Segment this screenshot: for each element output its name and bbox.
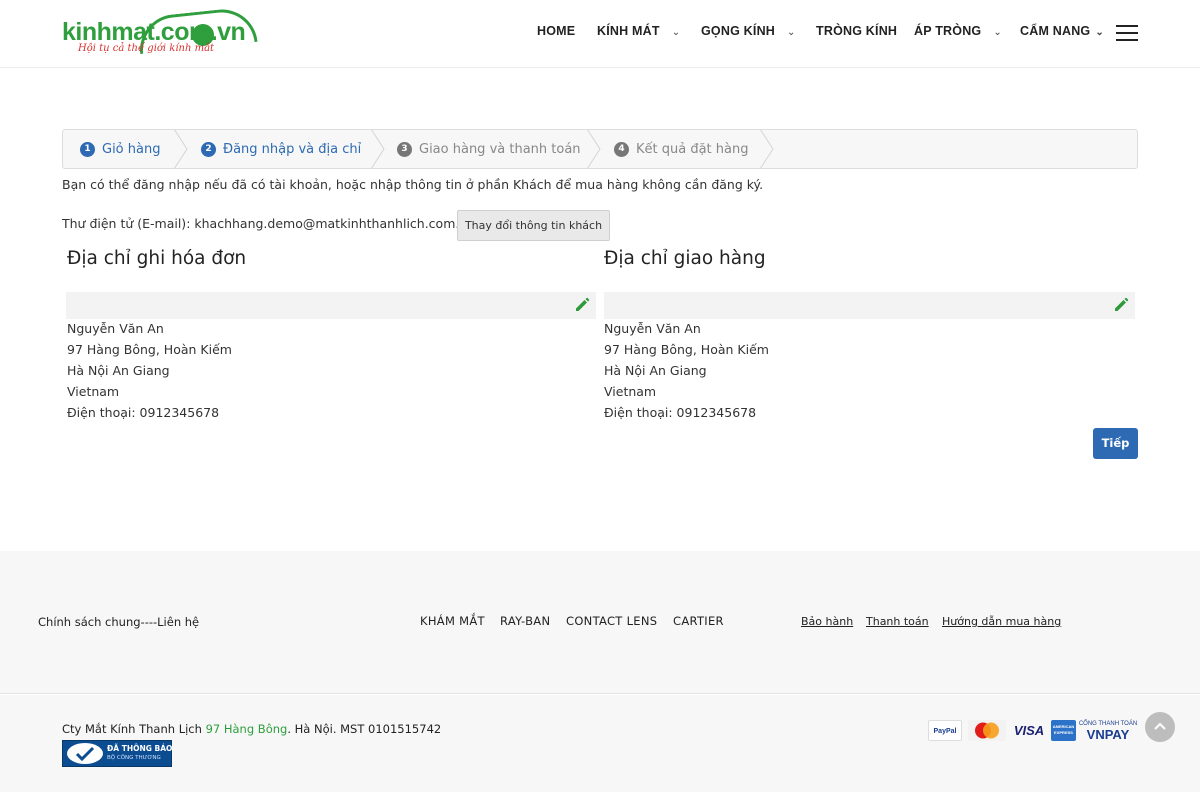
- shipping-phone: Điện thoại: 0912345678: [604, 405, 757, 420]
- nav-ap-trong[interactable]: ÁP TRÒNG ⌄: [914, 24, 1002, 38]
- step-cart[interactable]: 1 Giỏ hàng: [80, 130, 160, 168]
- site-header: kinhmat.com.vn Hội tụ cả thế giới kính m…: [0, 0, 1200, 68]
- nav-kinh-mat[interactable]: KÍNH MÁT ⌄: [597, 24, 680, 38]
- nav-cam-nang[interactable]: CẨM NANG ⌄: [1020, 24, 1104, 38]
- nav-trong-kinh[interactable]: TRÒNG KÍNH: [816, 24, 897, 38]
- step-separator: [174, 130, 188, 168]
- chevron-up-icon: [1154, 722, 1166, 730]
- moit-registered-badge[interactable]: ĐÃ THÔNG BÁO BỘ CÔNG THƯƠNG: [62, 740, 172, 767]
- paypal-logo: PayPal: [928, 720, 962, 741]
- shipping-city: Hà Nội An Giang: [604, 363, 707, 378]
- pencil-icon[interactable]: [574, 297, 590, 313]
- shipping-street: 97 Hàng Bông, Hoàn Kiếm: [604, 342, 769, 357]
- login-intro-text: Bạn có thể đăng nhập nếu đã có tài khoản…: [62, 177, 764, 192]
- logo-tagline: Hội tụ cả thế giới kính mắt: [78, 43, 215, 54]
- step-shipping-payment: 3 Giao hàng và thanh toán: [397, 130, 581, 168]
- shipping-name: Nguyễn Văn An: [604, 321, 701, 336]
- footer-links-area: Chính sách chung----Liên hệ KHÁM MẮT RAY…: [0, 551, 1200, 694]
- chevron-down-icon: ⌄: [671, 27, 681, 38]
- company-info: Cty Mắt Kính Thanh Lịch 97 Hàng Bông. Hà…: [62, 722, 442, 736]
- mastercard-logo: [968, 720, 1006, 741]
- footer-link-buying-guide[interactable]: Hướng dẫn mua hàng: [942, 615, 1061, 628]
- shipping-country: Vietnam: [604, 384, 657, 399]
- nav-gong-kinh[interactable]: GỌNG KÍNH ⌄: [701, 24, 796, 38]
- next-button[interactable]: Tiếp: [1093, 428, 1138, 459]
- pencil-icon[interactable]: [1113, 297, 1129, 313]
- step-order-result: 4 Kết quả đặt hàng: [614, 130, 749, 168]
- step-login-address[interactable]: 2 Đăng nhập và địa chỉ: [201, 130, 361, 168]
- footer-brand-cartier[interactable]: CARTIER: [673, 614, 724, 628]
- billing-address-title: Địa chỉ ghi hóa đơn: [67, 248, 247, 269]
- billing-city: Hà Nội An Giang: [67, 363, 170, 378]
- chevron-down-icon: ⌄: [787, 27, 796, 38]
- checkout-steps: 1 Giỏ hàng 2 Đăng nhập và địa chỉ 3 Giao hà…: [62, 129, 1138, 169]
- billing-address-toolbar: [66, 292, 596, 319]
- company-address-link[interactable]: 97 Hàng Bông: [206, 722, 288, 736]
- step-separator: [371, 130, 385, 168]
- billing-street: 97 Hàng Bông, Hoàn Kiếm: [67, 342, 232, 357]
- customer-email: Thư điện tử (E-mail): khachhang.demo@mat…: [62, 216, 475, 231]
- billing-name: Nguyễn Văn An: [67, 321, 164, 336]
- scroll-to-top-button[interactable]: [1145, 712, 1175, 742]
- chevron-down-icon: ⌄: [993, 27, 1002, 38]
- check-icon: [67, 743, 103, 764]
- visa-logo: VISA: [1013, 723, 1045, 738]
- shipping-address-toolbar: [604, 292, 1135, 319]
- footer-link-payment[interactable]: Thanh toán: [866, 615, 929, 628]
- shipping-address-title: Địa chỉ giao hàng: [604, 248, 766, 269]
- chevron-down-icon: ⌄: [1095, 27, 1104, 38]
- billing-phone: Điện thoại: 0912345678: [67, 405, 220, 420]
- nav-home[interactable]: HOME: [537, 24, 575, 38]
- amex-logo: AMERICAN EXPRESS: [1051, 720, 1076, 741]
- hamburger-icon[interactable]: [1116, 25, 1138, 41]
- site-logo[interactable]: kinhmat.com.vn Hội tụ cả thế giới kính m…: [58, 5, 283, 58]
- step-separator: [760, 130, 774, 168]
- footer-policy-contact[interactable]: Chính sách chung----Liên hệ: [38, 615, 199, 629]
- footer-link-warranty[interactable]: Bảo hành: [801, 615, 853, 628]
- billing-country: Vietnam: [67, 384, 120, 399]
- step-separator: [587, 130, 601, 168]
- change-customer-info-button[interactable]: Thay đổi thông tin khách: [457, 210, 610, 241]
- vnpay-logo: VNPAY: [1086, 727, 1130, 742]
- footer-bottom: [0, 695, 1200, 792]
- footer-brand-contact-lens[interactable]: CONTACT LENS: [566, 614, 657, 628]
- footer-brand-kham-mat[interactable]: KHÁM MẮT: [420, 614, 485, 628]
- footer-brand-ray-ban[interactable]: RAY-BAN: [500, 614, 550, 628]
